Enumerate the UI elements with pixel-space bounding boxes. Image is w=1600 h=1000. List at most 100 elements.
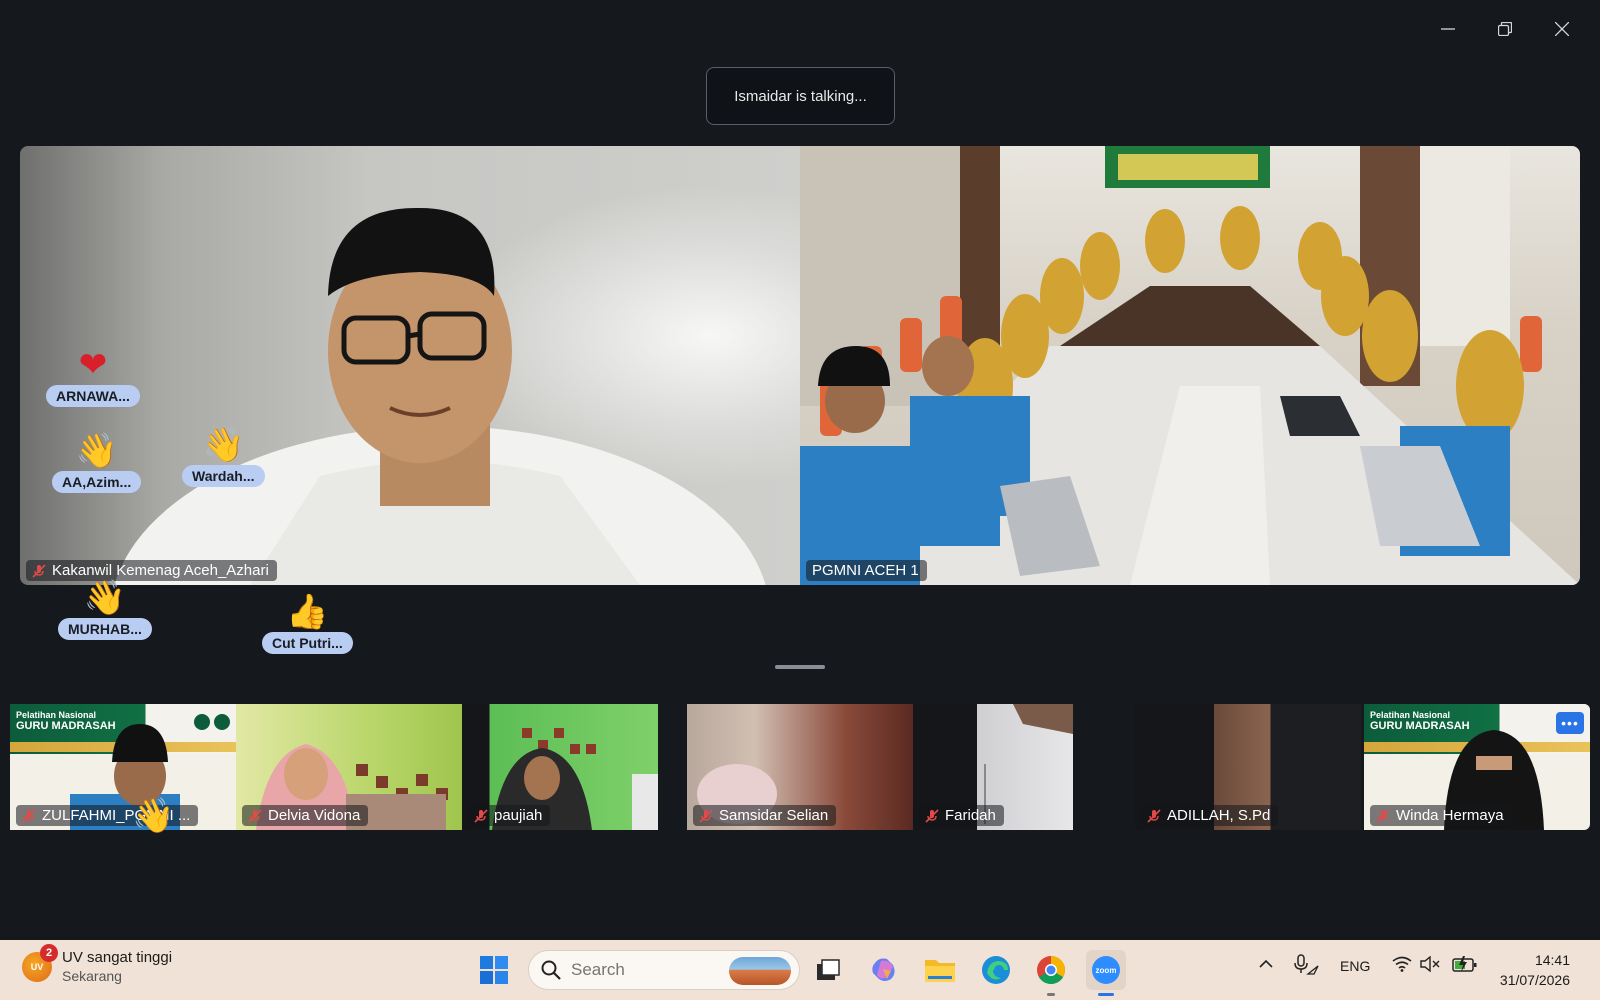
talking-indicator: Ismaidar is talking...	[706, 67, 895, 125]
participant-name: Delvia Vidona	[268, 807, 361, 824]
mic-muted-icon	[699, 808, 713, 823]
battery-button[interactable]	[1452, 955, 1478, 976]
gallery-tile-zulfahmi[interactable]: Pelatihan Nasional GURU MADRASAH ZULFAHM…	[10, 704, 236, 830]
participant-name: PGMNI ACEH 1	[812, 562, 919, 579]
running-indicator	[1047, 993, 1055, 996]
minimize-button[interactable]	[1419, 14, 1476, 44]
chrome-button[interactable]	[1031, 950, 1071, 996]
search-icon	[541, 960, 561, 980]
network-button[interactable]	[1392, 956, 1412, 975]
reaction-aa-azim: 👋 AA,Azim...	[52, 431, 142, 493]
minimize-icon	[1440, 28, 1455, 30]
show-hidden-icons-button[interactable]	[1258, 956, 1274, 975]
clap-hand-icon: 👋	[202, 425, 245, 465]
gallery-resize-handle[interactable]	[775, 665, 825, 669]
participant-name-tag: Delvia Vidona	[242, 805, 369, 826]
mic-muted-icon	[474, 808, 488, 823]
file-explorer-button[interactable]	[920, 950, 960, 990]
mic-muted-icon	[32, 563, 46, 578]
active-indicator	[1098, 993, 1114, 996]
reaction-murhab: 👋 MURHAB...	[58, 578, 152, 640]
folder-icon	[925, 960, 955, 982]
zoom-label: zoom	[1095, 965, 1117, 975]
clock-time: 14:41	[1534, 952, 1570, 968]
participant-name: ADILLAH, S.Pd	[1167, 807, 1271, 824]
taskbar-search[interactable]	[528, 950, 800, 990]
mic-muted-icon	[1147, 808, 1161, 823]
reaction-cut-putri: 👍 Cut Putri...	[262, 592, 353, 654]
windows-logo-icon	[480, 956, 508, 984]
reaction-label: ARNAWA...	[46, 385, 140, 407]
language-indicator[interactable]: ENG	[1340, 958, 1370, 974]
start-button[interactable]	[474, 950, 514, 990]
volume-button[interactable]	[1420, 955, 1440, 975]
windows-taskbar: UV 2 UV sangat tinggi Sekarang zoom	[0, 940, 1600, 1000]
gallery-tile-paujiah[interactable]: paujiah	[462, 704, 658, 830]
reaction-label: AA,Azim...	[52, 471, 142, 493]
chevron-up-icon	[1259, 959, 1273, 968]
mic-muted-icon	[1376, 808, 1390, 823]
main-video-tile-room[interactable]: PGMNI ACEH 1	[800, 146, 1580, 585]
clock-date: 31/07/2026	[1499, 972, 1570, 988]
close-button[interactable]	[1533, 14, 1590, 44]
talking-text: Ismaidar is talking...	[734, 87, 867, 105]
zoom-button[interactable]: zoom	[1086, 950, 1126, 996]
chrome-browser-icon	[1037, 956, 1065, 984]
participant-name: Winda Hermaya	[1396, 807, 1504, 824]
participant-name-tag: Samsidar Selian	[693, 805, 837, 826]
wave-hand-icon: 👋	[83, 578, 127, 618]
edge-browser-icon	[982, 956, 1010, 984]
close-icon	[1554, 22, 1569, 36]
reaction-label: Wardah...	[182, 465, 265, 487]
participant-name: Kakanwil Kemenag Aceh_Azhari	[52, 562, 269, 579]
microphone-icon	[1294, 954, 1319, 975]
wifi-icon	[1392, 956, 1412, 972]
task-view-icon	[817, 959, 840, 980]
restore-button[interactable]	[1476, 14, 1533, 44]
participant-name-tag: ADILLAH, S.Pd	[1141, 805, 1279, 826]
mic-muted-icon	[925, 808, 939, 823]
restore-icon	[1497, 22, 1512, 36]
window-controls	[1419, 14, 1590, 44]
copilot-icon	[872, 958, 895, 981]
participant-name-tag: Faridah	[919, 805, 1004, 826]
room-name-tag: PGMNI ACEH 1	[806, 560, 927, 581]
participant-name: Faridah	[945, 807, 996, 824]
notification-badge: 2	[40, 943, 58, 962]
mic-muted-icon	[248, 808, 262, 823]
gallery-tile-faridah[interactable]: Faridah	[913, 704, 1073, 830]
copilot-button[interactable]	[864, 950, 904, 990]
weather-widget[interactable]: UV 2 UV sangat tinggi Sekarang	[22, 943, 173, 984]
more-options-button[interactable]: •••	[1556, 712, 1584, 734]
reaction-label: Cut Putri...	[262, 632, 353, 654]
gallery-tile-winda[interactable]: Pelatihan Nasional GURU MADRASAH ••• Win…	[1364, 704, 1590, 830]
gallery-tile-adillah[interactable]: ADILLAH, S.Pd	[1135, 704, 1361, 830]
thumbs-up-icon: 👍	[286, 592, 329, 632]
edge-button[interactable]	[976, 950, 1016, 990]
reaction-label: MURHAB...	[58, 618, 152, 640]
task-view-button[interactable]	[808, 950, 848, 990]
participant-name-tag: Winda Hermaya	[1370, 805, 1512, 826]
reaction-strip-clap: 👋	[132, 796, 174, 836]
clap-hand-icon: 👋	[132, 796, 175, 836]
search-highlight-icon	[729, 957, 791, 985]
gallery-tile-samsidar[interactable]: Samsidar Selian	[687, 704, 913, 830]
participant-name: Samsidar Selian	[719, 807, 829, 824]
mic-tray-button[interactable]	[1294, 954, 1320, 979]
uv-weather-icon: UV 2	[22, 943, 58, 982]
gallery-tile-delvia[interactable]: Delvia Vidona	[236, 704, 462, 830]
mic-muted-icon	[22, 808, 36, 823]
clap-hand-icon: 👋	[75, 431, 118, 471]
weather-subtitle: Sekarang	[62, 968, 122, 984]
room-video	[800, 146, 1580, 585]
system-clock[interactable]: 14:41 31/07/2026	[1500, 950, 1570, 990]
heart-icon: ❤	[78, 345, 108, 385]
reaction-arnawa: ❤ ARNAWA...	[46, 345, 140, 407]
participant-name: paujiah	[494, 807, 543, 824]
speaker-muted-icon	[1420, 955, 1440, 973]
reaction-wardah: 👋 Wardah...	[182, 425, 265, 487]
weather-title: UV sangat tinggi	[62, 949, 173, 966]
more-options-icon: •••	[1561, 715, 1579, 731]
participant-name-tag: paujiah	[468, 805, 551, 826]
search-input[interactable]	[571, 960, 721, 980]
